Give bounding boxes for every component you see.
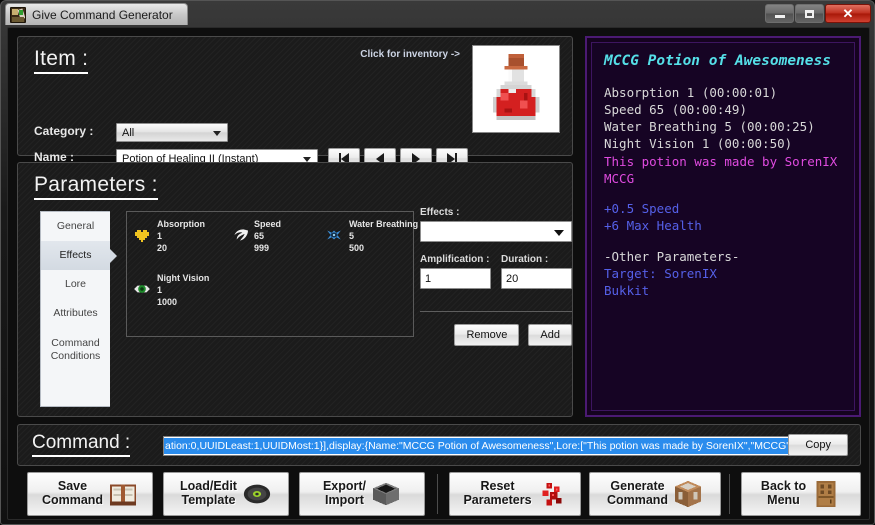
tab-attributes[interactable]: Attributes — [41, 299, 110, 328]
command-input[interactable]: ation:0,UUIDLeast:1,UUIDMost:1}],display… — [163, 436, 793, 456]
add-effect-button[interactable]: Add — [528, 324, 572, 346]
item-section-title: Item : — [34, 47, 89, 74]
tab-general[interactable]: General — [41, 212, 110, 241]
copy-button[interactable]: Copy — [788, 434, 848, 456]
effect-text: Absorption 1 20 — [157, 219, 205, 254]
command-panel: Command : ation:0,UUIDLeast:1,UUIDMost:1… — [17, 424, 861, 466]
effect-text: Night Vision 1 1000 — [157, 273, 210, 308]
load-edit-template-label: Load/Edit Template — [180, 479, 237, 507]
water-breathing-fish-icon — [327, 230, 341, 240]
parameters-panel: Parameters : General Effects Lore Attrib… — [17, 162, 573, 417]
save-command-button[interactable]: Save Command — [27, 472, 153, 516]
category-value: All — [122, 126, 135, 139]
item-preview-text: MCCG Potion of Awesomeness Absorption 1 … — [591, 42, 855, 411]
music-disc-icon — [243, 484, 271, 504]
application-window: Give Command Generator ✕ Item : Click fo… — [0, 0, 875, 525]
redstone-dust-icon — [542, 482, 561, 506]
preview-line: This potion was made by SorenIX — [604, 153, 838, 169]
back-to-menu-button[interactable]: Back to Menu — [741, 472, 861, 516]
preview-title: MCCG Potion of Awesomeness — [604, 53, 831, 69]
tab-command-conditions[interactable]: Command Conditions — [41, 329, 110, 371]
preview-line: Absorption 1 (00:00:01) — [604, 84, 778, 100]
minimize-icon — [774, 15, 785, 18]
close-button[interactable]: ✕ — [825, 4, 871, 23]
speed-swirl-icon — [234, 229, 248, 241]
effect-item[interactable]: Absorption 1 20 — [133, 218, 205, 254]
save-command-label: Save Command — [41, 479, 104, 507]
chevron-down-icon — [554, 230, 564, 236]
parameters-tab-list: General Effects Lore Attributes Command … — [40, 211, 117, 407]
preview-line: -Other Parameters- — [604, 248, 740, 264]
category-label: Category : — [34, 124, 94, 138]
action-button-bar: Save Command Load/Edit Template Export/ … — [17, 472, 861, 516]
effects-select-label: Effects : — [420, 207, 460, 218]
preview-line: Water Breathing 5 (00:00:25) — [604, 119, 815, 135]
inventory-hint[interactable]: Click for inventory -> — [360, 49, 460, 60]
generate-command-label: Generate Command — [606, 479, 669, 507]
cauldron-icon — [372, 482, 400, 506]
potion-bottle-icon — [492, 54, 540, 120]
reset-parameters-label: Reset Parameters — [463, 479, 532, 507]
item-preview-image[interactable] — [472, 45, 560, 133]
reset-parameters-button[interactable]: Reset Parameters — [449, 472, 581, 516]
effect-controls: Effects : Amplification : 1 Duration : 2… — [420, 207, 572, 346]
amplification-label: Amplification : — [420, 254, 490, 265]
preview-line: Bukkit — [604, 283, 650, 299]
generate-command-button[interactable]: Generate Command — [589, 472, 721, 516]
divider — [420, 311, 572, 312]
command-block-icon — [674, 480, 702, 508]
maximize-icon — [805, 9, 814, 18]
close-icon: ✕ — [842, 6, 854, 21]
title-bar-tab: Give Command Generator — [5, 3, 188, 25]
minimize-button[interactable] — [765, 4, 794, 23]
effect-number-fields: Amplification : 1 Duration : 20 — [420, 254, 572, 289]
effect-text: Speed 65 999 — [254, 219, 282, 254]
preview-line: Night Vision 1 (00:00:50) — [604, 136, 793, 152]
remove-effect-button[interactable]: Remove — [454, 324, 520, 346]
preview-line: +6 Max Health — [604, 218, 702, 234]
preview-line: +0.5 Speed — [604, 201, 680, 217]
preview-line: Speed 65 (00:00:49) — [604, 101, 747, 117]
window-title: Give Command Generator — [32, 7, 173, 22]
divider — [437, 474, 438, 514]
effects-list: Absorption 1 20 Speed 65 999 Water Breathing… — [126, 211, 418, 337]
duration-label: Duration : — [501, 254, 549, 265]
effects-select[interactable] — [420, 221, 572, 242]
maximize-button[interactable] — [795, 4, 824, 23]
amplification-field-group: Amplification : 1 — [420, 254, 491, 289]
tab-effects[interactable]: Effects — [41, 241, 117, 271]
duration-field-group: Duration : 20 — [501, 254, 572, 289]
parameters-section-title: Parameters : — [34, 173, 158, 200]
command-section-title: Command : — [32, 432, 131, 457]
book-icon — [109, 484, 137, 506]
effect-item[interactable]: Speed 65 999 — [230, 218, 281, 254]
back-to-menu-label: Back to Menu — [760, 479, 807, 507]
divider — [729, 474, 730, 514]
amplification-input[interactable]: 1 — [420, 268, 491, 289]
window-controls: ✕ — [765, 4, 871, 23]
effect-buttons: Remove Add — [420, 324, 572, 346]
duration-input[interactable]: 20 — [501, 268, 572, 289]
chevron-down-icon — [213, 130, 221, 136]
category-dropdown[interactable]: All — [116, 123, 228, 142]
item-preview-panel: MCCG Potion of Awesomeness Absorption 1 … — [585, 36, 861, 417]
preview-line: Target: SorenIX — [604, 265, 717, 281]
tab-lore[interactable]: Lore — [41, 270, 110, 299]
preview-line: MCCG — [604, 170, 635, 186]
main-content: Item : Click for inventory -> Category :… — [7, 27, 870, 520]
command-value: ation:0,UUIDLeast:1,UUIDMost:1}],display… — [164, 438, 792, 454]
chevron-down-icon — [303, 156, 311, 162]
app-icon — [10, 6, 26, 23]
item-panel: Item : Click for inventory -> Category :… — [17, 36, 573, 169]
absorption-heart-icon — [135, 230, 149, 242]
export-import-label: Export/ Import — [322, 479, 367, 507]
export-import-button[interactable]: Export/ Import — [299, 472, 425, 516]
effect-item[interactable]: Water Breathing 5 500 — [325, 218, 418, 254]
effect-item[interactable]: Night Vision 1 1000 — [133, 272, 209, 308]
door-icon — [816, 480, 836, 508]
effect-text: Water Breathing 5 500 — [349, 219, 419, 254]
load-edit-template-button[interactable]: Load/Edit Template — [163, 472, 289, 516]
title-bar: Give Command Generator ✕ — [1, 1, 874, 27]
night-vision-eye-icon — [134, 285, 150, 293]
